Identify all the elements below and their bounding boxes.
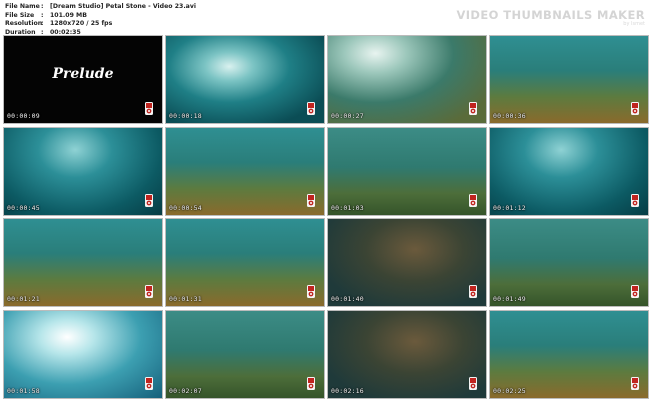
timestamp: 00:01:12 xyxy=(493,203,526,212)
studio-logo-icon xyxy=(469,102,477,115)
brand-watermark: VIDEO THUMBNAILS MAKER by Ismet xyxy=(456,9,645,27)
studio-logo-icon xyxy=(307,376,315,390)
video-thumbnail: Prelude 00:00:09 xyxy=(3,35,163,124)
studio-logo-icon xyxy=(469,285,477,298)
video-thumbnail: 00:01:03 xyxy=(327,126,487,216)
timestamp: 00:00:18 xyxy=(169,112,202,120)
video-thumbnail: 00:00:36 xyxy=(489,35,649,124)
video-thumbnail: 00:01:40 xyxy=(327,218,487,307)
video-thumbnail: 00:00:27 xyxy=(327,35,487,124)
timestamp: 00:01:21 xyxy=(7,295,40,303)
video-thumbnail: 00:01:49 xyxy=(489,218,649,307)
timestamp: 00:01:40 xyxy=(331,295,364,303)
meta-value: 1280x720 / 25 fps xyxy=(50,20,113,27)
thumbnail-image xyxy=(166,310,324,398)
file-size-row: File Size:101.09 MB xyxy=(5,11,87,19)
thumbnail-image xyxy=(4,219,162,306)
studio-logo-icon xyxy=(307,285,315,298)
video-thumbnail: 00:00:45 xyxy=(3,126,163,216)
timestamp: 00:00:36 xyxy=(493,112,526,120)
thumbnail-image xyxy=(166,36,324,123)
timestamp: 00:01:49 xyxy=(493,295,526,303)
studio-logo-icon xyxy=(307,102,315,115)
video-thumbnail: 00:01:58 xyxy=(3,309,163,399)
timestamp: 00:00:54 xyxy=(169,203,202,212)
studio-logo-icon xyxy=(469,376,477,390)
thumbnail-image xyxy=(4,127,162,215)
thumbnail-grid: Prelude 00:00:09 00:00:18 00:00:27 00:00:36 0… xyxy=(3,35,649,399)
studio-logo-icon xyxy=(145,102,153,115)
thumbnail-image xyxy=(328,219,486,306)
meta-key: File Name xyxy=(5,3,40,10)
video-thumbnail: 00:01:21 xyxy=(3,218,163,307)
timestamp: 00:00:45 xyxy=(7,203,40,212)
studio-logo-icon xyxy=(631,193,639,207)
timestamp: 00:02:25 xyxy=(493,386,526,395)
thumbnail-caption: Prelude xyxy=(52,66,114,82)
timestamp: 00:00:09 xyxy=(7,112,40,120)
thumbnail-image xyxy=(4,310,162,398)
studio-logo-icon xyxy=(307,193,315,207)
thumbnail-image xyxy=(490,127,648,215)
studio-logo-icon xyxy=(631,376,639,390)
studio-logo-icon xyxy=(631,285,639,298)
studio-logo-icon xyxy=(145,285,153,298)
meta-value: [Dream Studio] Petal Stone - Video 23.av… xyxy=(50,3,196,10)
thumbnail-image xyxy=(328,36,486,123)
brand-title: VIDEO THUMBNAILS MAKER xyxy=(456,8,645,22)
video-thumbnail: 00:02:07 xyxy=(165,309,325,399)
studio-logo-icon xyxy=(469,193,477,207)
studio-logo-icon xyxy=(145,376,153,390)
thumbnail-image xyxy=(328,310,486,398)
meta-key: File Size xyxy=(5,11,35,19)
timestamp: 00:00:27 xyxy=(331,112,364,120)
timestamp: 00:01:58 xyxy=(7,386,40,395)
thumbnail-image xyxy=(490,310,648,398)
video-thumbnail: 00:02:16 xyxy=(327,309,487,399)
studio-logo-icon xyxy=(145,193,153,207)
resolution-row: Resolution:1280x720 / 25 fps xyxy=(5,20,113,27)
video-thumbnail: 00:01:12 xyxy=(489,126,649,216)
timestamp: 00:02:07 xyxy=(169,386,202,395)
file-info: File Name: [Dream Studio] Petal Stone - V… xyxy=(5,3,196,37)
thumbnail-image xyxy=(166,219,324,306)
video-thumbnail: 00:01:31 xyxy=(165,218,325,307)
timestamp: 00:02:16 xyxy=(331,386,364,395)
studio-logo-icon xyxy=(631,102,639,115)
thumbnail-image xyxy=(166,127,324,215)
file-name-row: File Name: [Dream Studio] Petal Stone - V… xyxy=(5,3,196,10)
timestamp: 00:01:31 xyxy=(169,295,202,303)
video-thumbnail: 00:00:18 xyxy=(165,35,325,124)
thumbnail-image xyxy=(490,219,648,306)
timestamp: 00:01:03 xyxy=(331,203,364,212)
meta-value: 101.09 MB xyxy=(50,11,87,19)
thumbnail-image xyxy=(490,36,648,123)
video-thumbnail: 00:00:54 xyxy=(165,126,325,216)
thumbnail-image xyxy=(328,127,486,215)
video-thumbnail: 00:02:25 xyxy=(489,309,649,399)
meta-key: Resolution xyxy=(5,20,43,27)
